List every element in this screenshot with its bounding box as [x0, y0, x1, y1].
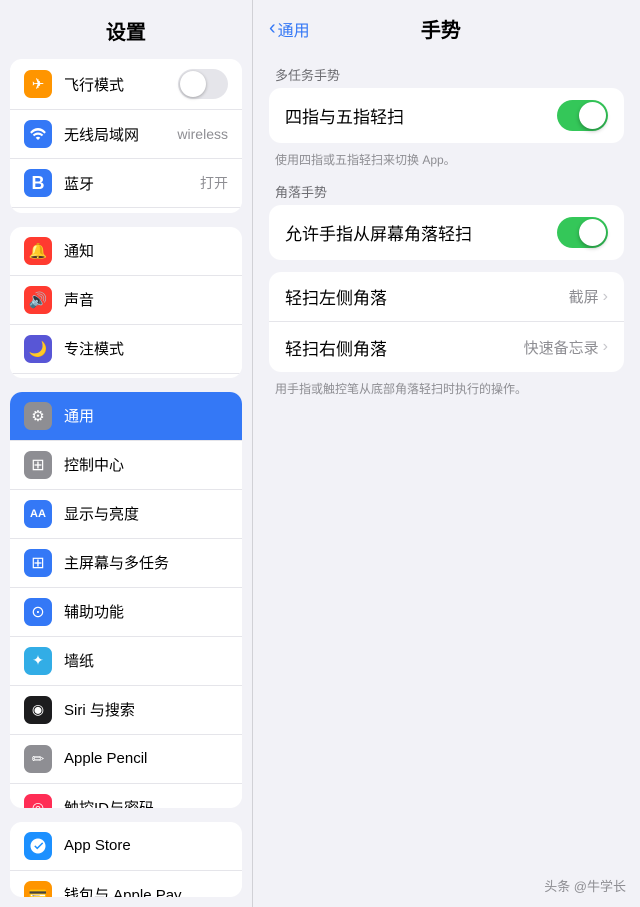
sidebar-section-system: 🔔 通知 🔊 声音 🌙 专注模式 ⏱ 屏幕使用时间 — [10, 227, 242, 378]
general-label: 通用 — [64, 405, 228, 426]
sounds-label: 声音 — [64, 289, 228, 310]
watermark: 头条 @牛学长 — [544, 876, 626, 895]
siri-label: Siri 与搜索 — [64, 699, 228, 720]
swipe-right-corner-label: 轻扫右侧角落 — [285, 335, 524, 360]
bluetooth-label: 蓝牙 — [64, 173, 196, 194]
sidebar-item-sounds[interactable]: 🔊 声音 — [10, 276, 242, 325]
corner-section-label: 角落手势 — [269, 176, 624, 205]
wallpaper-label: 墙纸 — [64, 650, 228, 671]
control-label: 控制中心 — [64, 454, 228, 475]
display-label: 显示与亮度 — [64, 503, 228, 524]
back-chevron-icon: ‹ — [269, 17, 276, 40]
sidebar-item-control[interactable]: ⊞ 控制中心 — [10, 441, 242, 490]
notifications-label: 通知 — [64, 240, 228, 261]
sidebar-item-bluetooth[interactable]: B 蓝牙 打开 — [10, 159, 242, 208]
sidebar-item-pencil[interactable]: ✏ Apple Pencil — [10, 735, 242, 784]
display-icon: AA — [24, 500, 52, 528]
pencil-icon: ✏ — [24, 745, 52, 773]
four-five-swipe-toggle-knob — [579, 102, 606, 129]
swipe-right-corner-text: 快速备忘录 — [524, 337, 599, 358]
sidebar-item-focus[interactable]: 🌙 专注模式 — [10, 325, 242, 374]
sidebar-item-wallet[interactable]: 💳 钱包与 Apple Pay — [10, 871, 242, 897]
back-button[interactable]: ‹ 通用 — [269, 17, 310, 41]
allow-corner-toggle-knob — [579, 219, 606, 246]
swipe-left-corner-text: 截屏 — [569, 286, 599, 307]
swipe-left-corner-row[interactable]: 轻扫左侧角落 截屏 › — [269, 272, 624, 322]
appstore-icon — [24, 832, 52, 860]
bluetooth-value: 打开 — [200, 173, 228, 193]
swipe-right-chevron-icon: › — [603, 338, 608, 356]
main-panel: ‹ 通用 手势 多任务手势 四指与五指轻扫 使用四指或五指轻扫来切换 App。 … — [252, 0, 640, 907]
swipe-right-corner-value: 快速备忘录 › — [524, 337, 608, 358]
sidebar-section-preferences: ⚙ 通用 ⊞ 控制中心 AA 显示与亮度 ⊞ 主屏幕与多任务 ⊙ 辅助功能 ✦ … — [10, 392, 242, 808]
touchid-icon: ◎ — [24, 794, 52, 808]
accessibility-label: 辅助功能 — [64, 601, 228, 622]
panel-header: ‹ 通用 手势 — [253, 0, 640, 51]
sidebar-item-airplane[interactable]: ✈ 飞行模式 — [10, 59, 242, 110]
multitask-sub-label: 使用四指或五指轻扫来切换 App。 — [269, 147, 624, 176]
sidebar-item-appstore[interactable]: App Store — [10, 822, 242, 871]
sidebar-item-screentime[interactable]: ⏱ 屏幕使用时间 — [10, 374, 242, 378]
swipe-left-corner-value: 截屏 › — [569, 286, 608, 307]
sidebar-item-wallpaper[interactable]: ✦ 墙纸 — [10, 637, 242, 686]
four-five-swipe-label: 四指与五指轻扫 — [285, 103, 557, 128]
appstore-label: App Store — [64, 837, 228, 854]
general-icon: ⚙ — [24, 402, 52, 430]
sidebar-item-display[interactable]: AA 显示与亮度 — [10, 490, 242, 539]
back-label: 通用 — [278, 17, 310, 41]
airplane-label: 飞行模式 — [64, 74, 178, 95]
airplane-toggle[interactable] — [178, 69, 228, 99]
four-five-swipe-toggle[interactable] — [557, 100, 608, 131]
siri-icon: ◉ — [24, 696, 52, 724]
sidebar-item-home[interactable]: ⊞ 主屏幕与多任务 — [10, 539, 242, 588]
sidebar-item-siri[interactable]: ◉ Siri 与搜索 — [10, 686, 242, 735]
corner-actions-sub-label: 用手指或触控笔从底部角落轻扫时执行的操作。 — [269, 376, 624, 405]
panel-content: 多任务手势 四指与五指轻扫 使用四指或五指轻扫来切换 App。 角落手势 允许手… — [253, 51, 640, 907]
corner-actions-section: 轻扫左侧角落 截屏 › 轻扫右侧角落 快速备忘录 › — [269, 272, 624, 372]
notifications-icon: 🔔 — [24, 237, 52, 265]
home-label: 主屏幕与多任务 — [64, 552, 228, 573]
accessibility-icon: ⊙ — [24, 598, 52, 626]
sidebar-title: 设置 — [0, 0, 252, 55]
sidebar-item-accessibility[interactable]: ⊙ 辅助功能 — [10, 588, 242, 637]
airplane-icon: ✈ — [24, 70, 52, 98]
wifi-icon — [24, 120, 52, 148]
sidebar-item-notifications[interactable]: 🔔 通知 — [10, 227, 242, 276]
wallet-icon: 💳 — [24, 881, 52, 897]
swipe-left-corner-label: 轻扫左侧角落 — [285, 284, 569, 309]
sidebar-section-store: App Store 💳 钱包与 Apple Pay — [10, 822, 242, 897]
swipe-left-chevron-icon: › — [603, 288, 608, 306]
allow-corner-toggle[interactable] — [557, 217, 608, 248]
home-icon: ⊞ — [24, 549, 52, 577]
panel-title: 手势 — [318, 14, 564, 43]
sidebar-item-vpn[interactable]: VPN VPN — [10, 208, 242, 213]
four-five-swipe-row[interactable]: 四指与五指轻扫 — [269, 88, 624, 143]
multitask-section-label: 多任务手势 — [269, 59, 624, 88]
control-icon: ⊞ — [24, 451, 52, 479]
corner-section: 允许手指从屏幕角落轻扫 — [269, 205, 624, 260]
sidebar-item-touchid[interactable]: ◎ 触控ID与密码 — [10, 784, 242, 808]
bluetooth-icon: B — [24, 169, 52, 197]
sidebar-item-general[interactable]: ⚙ 通用 — [10, 392, 242, 441]
sidebar-section-connectivity: ✈ 飞行模式 无线局域网 wireless B 蓝牙 打开 VPN VPN — [10, 59, 242, 213]
wifi-label: 无线局域网 — [64, 124, 173, 145]
wifi-value: wireless — [177, 126, 228, 142]
multitask-section: 四指与五指轻扫 — [269, 88, 624, 143]
pencil-label: Apple Pencil — [64, 750, 228, 767]
sounds-icon: 🔊 — [24, 286, 52, 314]
allow-corner-label: 允许手指从屏幕角落轻扫 — [285, 220, 557, 245]
wallpaper-icon: ✦ — [24, 647, 52, 675]
focus-icon: 🌙 — [24, 335, 52, 363]
sidebar: 设置 ✈ 飞行模式 无线局域网 wireless B 蓝牙 打开 VPN VPN — [0, 0, 252, 907]
wallet-label: 钱包与 Apple Pay — [64, 884, 228, 896]
swipe-right-corner-row[interactable]: 轻扫右侧角落 快速备忘录 › — [269, 322, 624, 372]
touchid-label: 触控ID与密码 — [64, 797, 228, 807]
allow-corner-row[interactable]: 允许手指从屏幕角落轻扫 — [269, 205, 624, 260]
sidebar-item-wifi[interactable]: 无线局域网 wireless — [10, 110, 242, 159]
focus-label: 专注模式 — [64, 338, 228, 359]
